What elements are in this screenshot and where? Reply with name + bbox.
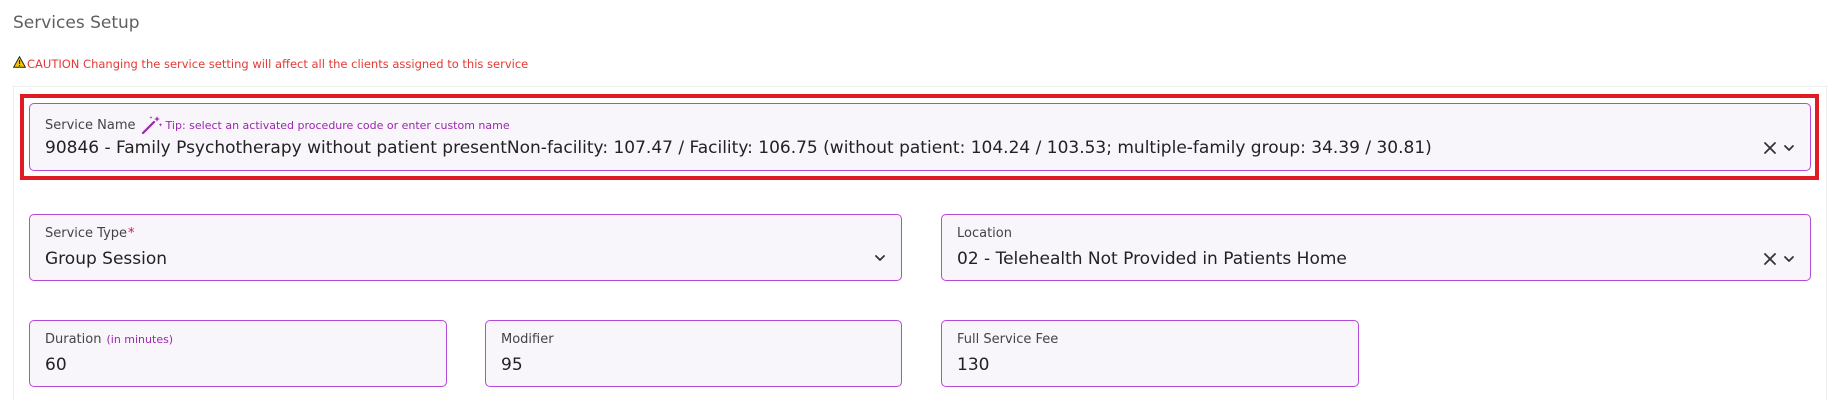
duration-field[interactable]: Duration (in minutes) 60: [29, 320, 447, 387]
magic-wand-icon: [141, 115, 163, 135]
location-field[interactable]: Location 02 - Telehealth Not Provided in…: [941, 214, 1811, 281]
full-service-fee-value[interactable]: 130: [957, 355, 989, 375]
chevron-down-icon[interactable]: [873, 251, 887, 265]
service-name-label: Service Name: [45, 117, 136, 133]
duration-hint: (in minutes): [106, 333, 174, 346]
chevron-down-icon[interactable]: [1782, 252, 1796, 266]
full-service-fee-label: Full Service Fee: [957, 332, 1059, 347]
full-service-fee-label-row: Full Service Fee: [957, 332, 1058, 347]
service-name-field[interactable]: Service Name Tip: select an activated pr…: [29, 103, 1811, 171]
location-value[interactable]: 02 - Telehealth Not Provided in Patients…: [957, 249, 1347, 269]
service-type-controls: [873, 251, 887, 265]
modifier-label: Modifier: [501, 332, 554, 347]
close-icon[interactable]: [1762, 140, 1778, 156]
warning-icon: [12, 55, 27, 71]
service-name-controls: [1762, 140, 1796, 156]
location-label-row: Location: [957, 226, 1012, 241]
service-name-label-row: Service Name Tip: select an activated pr…: [45, 115, 510, 135]
caution-banner: CAUTION Changing the service setting wil…: [12, 55, 529, 71]
required-mark: *: [128, 226, 135, 241]
modifier-value[interactable]: 95: [501, 355, 523, 375]
chevron-down-icon[interactable]: [1782, 141, 1796, 155]
duration-label-row: Duration (in minutes): [45, 332, 173, 347]
service-name-tip: Tip: select an activated procedure code …: [165, 118, 510, 132]
modifier-label-row: Modifier: [501, 332, 554, 347]
service-type-field[interactable]: Service Type * Group Session: [29, 214, 902, 281]
close-icon[interactable]: [1762, 251, 1778, 267]
modifier-field[interactable]: Modifier 95: [485, 320, 902, 387]
service-type-label: Service Type: [45, 226, 128, 241]
duration-value[interactable]: 60: [45, 355, 67, 375]
full-service-fee-field[interactable]: Full Service Fee 130: [941, 320, 1359, 387]
service-type-value[interactable]: Group Session: [45, 249, 167, 269]
service-type-label-row: Service Type *: [45, 226, 135, 241]
caution-text: CAUTION Changing the service setting wil…: [27, 56, 529, 71]
duration-label: Duration: [45, 332, 102, 347]
page-title: Services Setup: [13, 13, 140, 33]
location-label: Location: [957, 226, 1012, 241]
location-controls: [1762, 251, 1796, 267]
service-name-value[interactable]: 90846 - Family Psychotherapy without pat…: [45, 138, 1432, 158]
